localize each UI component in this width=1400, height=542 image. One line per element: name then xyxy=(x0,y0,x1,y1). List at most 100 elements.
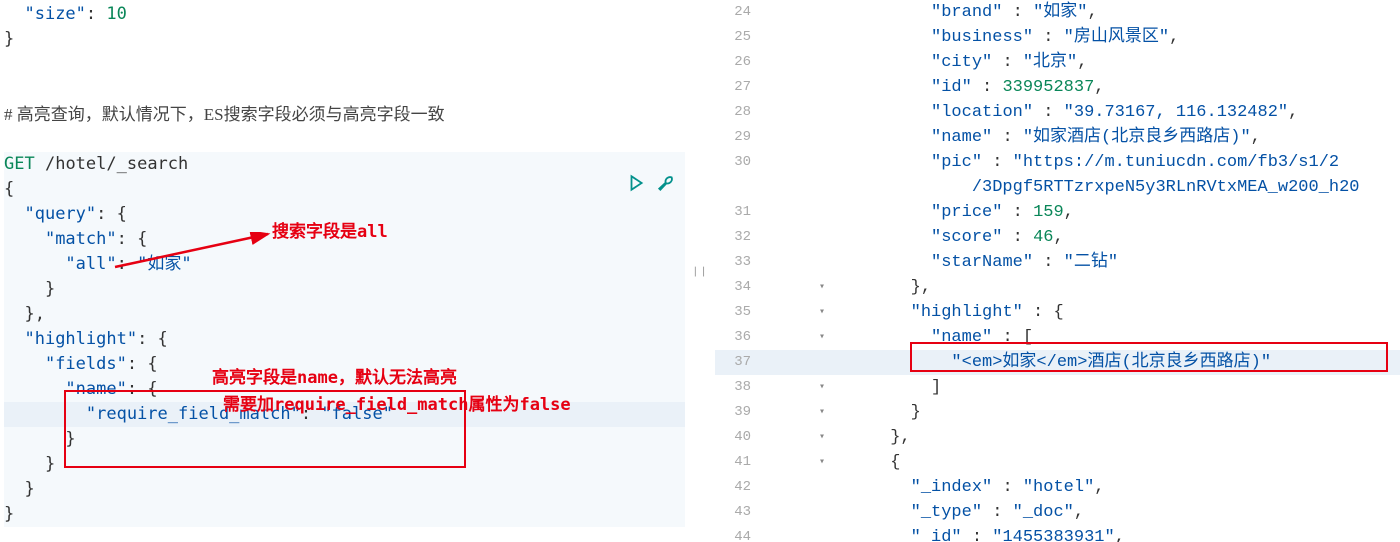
code-content: "highlight" : { xyxy=(829,300,1400,325)
fold-gutter xyxy=(761,75,829,100)
response-line: 37 "<em>如家</em>酒店(北京良乡西路店)" xyxy=(715,350,1400,375)
run-icon[interactable] xyxy=(625,172,647,194)
line-number: 43 xyxy=(715,500,761,525)
code-line xyxy=(4,77,685,102)
response-line: 35 ▾ "highlight" : { xyxy=(715,300,1400,325)
response-line: 33 "starName" : "二钻" xyxy=(715,250,1400,275)
response-line: 36 ▾ "name" : [ xyxy=(715,325,1400,350)
response-line: 34▾ }, xyxy=(715,275,1400,300)
fold-gutter xyxy=(761,175,829,200)
line-number: 44 xyxy=(715,525,761,542)
request-editor-pane[interactable]: "size": 10 } # 高亮查询，默认情况下，ES搜索字段必须与高亮字段一… xyxy=(0,0,685,542)
fold-icon[interactable]: ▾ xyxy=(819,400,825,425)
fold-gutter xyxy=(761,475,829,500)
line-number: 31 xyxy=(715,200,761,225)
response-line: 30 "pic" : "https://m.tuniucdn.com/fb3/s… xyxy=(715,150,1400,175)
fold-gutter[interactable]: ▾ xyxy=(761,325,829,350)
fold-gutter xyxy=(761,0,829,25)
fold-gutter[interactable]: ▾ xyxy=(761,300,829,325)
wrench-icon[interactable] xyxy=(655,172,677,194)
response-line: 28 "location" : "39.73167, 116.132482", xyxy=(715,100,1400,125)
comment-line: # 高亮查询，默认情况下，ES搜索字段必须与高亮字段一致 xyxy=(4,102,685,127)
fold-gutter[interactable]: ▾ xyxy=(761,275,829,300)
line-number: 25 xyxy=(715,25,761,50)
annotation-text-1: 搜索字段是all xyxy=(272,217,388,242)
fold-gutter xyxy=(761,500,829,525)
request-actions xyxy=(625,172,677,194)
code-line: } xyxy=(4,277,685,302)
annotation-text-2: 高亮字段是name，默认无法高亮 xyxy=(212,363,457,388)
fold-gutter xyxy=(761,100,829,125)
code-line: } xyxy=(4,452,685,477)
fold-icon[interactable]: ▾ xyxy=(819,425,825,450)
response-line: 39 ▾ } xyxy=(715,400,1400,425)
code-content: "city" : "北京", xyxy=(829,50,1400,75)
response-line: 38▾ ] xyxy=(715,375,1400,400)
line-number: 36 xyxy=(715,325,761,350)
fold-icon[interactable]: ▾ xyxy=(819,300,825,325)
fold-gutter[interactable]: ▾ xyxy=(761,425,829,450)
code-content: } xyxy=(829,400,1400,425)
code-line xyxy=(4,52,685,77)
line-number: 41 xyxy=(715,450,761,475)
fold-gutter xyxy=(761,225,829,250)
code-content: "_type" : "_doc", xyxy=(829,500,1400,525)
response-line: 44 "_id" : "1455383931", xyxy=(715,525,1400,542)
response-line: 32 "score" : 46, xyxy=(715,225,1400,250)
divider-handle-icon: ❘❘ xyxy=(692,264,708,279)
code-line: } xyxy=(4,502,685,527)
fold-gutter[interactable]: ▾ xyxy=(761,400,829,425)
line-number: 27 xyxy=(715,75,761,100)
fold-gutter xyxy=(761,525,829,542)
code-content: "location" : "39.73167, 116.132482", xyxy=(829,100,1400,125)
fold-gutter xyxy=(761,150,829,175)
annotation-text-3: 需要加require_field_match属性为false xyxy=(223,390,571,415)
code-line: "all": "如家" xyxy=(4,252,685,277)
response-line: 41▾ { xyxy=(715,450,1400,475)
fold-gutter[interactable]: ▾ xyxy=(761,375,829,400)
response-line: 40 ▾ }, xyxy=(715,425,1400,450)
line-number: 40 xyxy=(715,425,761,450)
code-content: "business" : "房山风景区", xyxy=(829,25,1400,50)
code-line: } xyxy=(4,477,685,502)
code-content: }, xyxy=(829,425,1400,450)
response-line: 42 "_index" : "hotel", xyxy=(715,475,1400,500)
fold-icon[interactable]: ▾ xyxy=(819,325,825,350)
code-line: } xyxy=(4,427,685,452)
fold-gutter xyxy=(761,350,829,375)
response-line: 24 "brand" : "如家", xyxy=(715,0,1400,25)
fold-gutter xyxy=(761,25,829,50)
code-content: "score" : 46, xyxy=(829,225,1400,250)
pane-divider[interactable]: ❘❘ xyxy=(685,0,715,542)
code-content: "<em>如家</em>酒店(北京良乡西路店)" xyxy=(829,350,1400,375)
code-line: }, xyxy=(4,302,685,327)
response-line: 29 "name" : "如家酒店(北京良乡西路店)", xyxy=(715,125,1400,150)
code-content: "name" : [ xyxy=(829,325,1400,350)
response-pane[interactable]: 24 "brand" : "如家",25 "business" : "房山风景区… xyxy=(715,0,1400,542)
code-content: /3Dpgf5RTTzrxpeN5y3RLnRVtxMEA_w200_h20 xyxy=(829,175,1400,200)
code-line: } xyxy=(4,27,685,52)
line-number: 35 xyxy=(715,300,761,325)
fold-icon[interactable]: ▾ xyxy=(819,375,825,400)
line-number: 29 xyxy=(715,125,761,150)
line-number: 24 xyxy=(715,0,761,25)
code-content: "price" : 159, xyxy=(829,200,1400,225)
fold-icon[interactable]: ▾ xyxy=(819,450,825,475)
line-number: 38 xyxy=(715,375,761,400)
fold-icon[interactable]: ▾ xyxy=(819,275,825,300)
code-content: "name" : "如家酒店(北京良乡西路店)", xyxy=(829,125,1400,150)
fold-gutter[interactable]: ▾ xyxy=(761,450,829,475)
fold-gutter xyxy=(761,50,829,75)
line-number: 34 xyxy=(715,275,761,300)
response-line: 31 "price" : 159, xyxy=(715,200,1400,225)
line-number: 30 xyxy=(715,150,761,175)
line-number: 39 xyxy=(715,400,761,425)
code-content: "_id" : "1455383931", xyxy=(829,525,1400,542)
code-line: "highlight": { xyxy=(4,327,685,352)
fold-gutter xyxy=(761,125,829,150)
line-number xyxy=(715,175,761,200)
code-content: "_index" : "hotel", xyxy=(829,475,1400,500)
response-line: /3Dpgf5RTTzrxpeN5y3RLnRVtxMEA_w200_h20 xyxy=(715,175,1400,200)
code-content: "starName" : "二钻" xyxy=(829,250,1400,275)
code-content: "pic" : "https://m.tuniucdn.com/fb3/s1/2 xyxy=(829,150,1400,175)
